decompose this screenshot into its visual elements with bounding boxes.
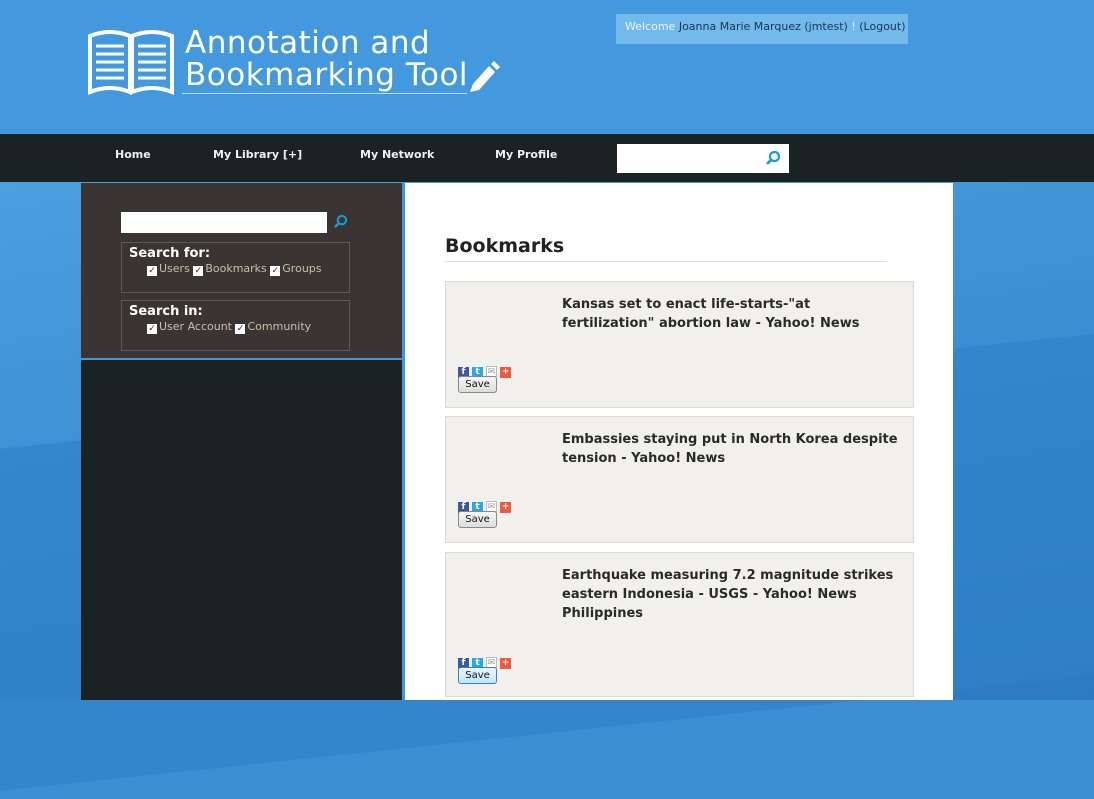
save-button[interactable]: Save xyxy=(458,667,497,684)
welcome-bar: Welcome Joanna Marie Marquez (jmtest) ! … xyxy=(616,14,908,44)
search-for-title: Search for: xyxy=(129,246,211,261)
search-for-box: Search for: ✓ Users ✓ Bookmarks ✓ Groups xyxy=(121,242,350,293)
nav-my-profile[interactable]: My Profile xyxy=(495,148,557,161)
bookmark-card: Earthquake measuring 7.2 magnitude strik… xyxy=(445,552,914,697)
nav-my-network[interactable]: My Network xyxy=(360,148,434,161)
app-title-line2: Bookmarking Tool xyxy=(185,57,469,93)
option-users: Users xyxy=(159,262,190,275)
header-search xyxy=(617,144,789,173)
welcome-separator: ! xyxy=(851,20,856,33)
main-content: Bookmarks Kansas set to enact life-start… xyxy=(405,183,953,700)
header: Annotation and Bookmarking Tool Welcome … xyxy=(0,0,1094,134)
book-logo-icon xyxy=(88,30,174,95)
page-title: Bookmarks xyxy=(445,235,565,257)
bookmark-title[interactable]: Embassies staying put in North Korea des… xyxy=(562,430,902,468)
title-divider xyxy=(445,261,887,262)
search-in-box: Search in: ✓ User Account ✓ Community xyxy=(121,300,350,351)
addthis-plus-icon[interactable]: + xyxy=(500,502,511,513)
option-bookmarks: Bookmarks xyxy=(205,262,267,275)
nav-bar: Home My Library [+] My Network My Profil… xyxy=(0,134,1094,182)
search-icon[interactable] xyxy=(765,150,781,166)
sidebar-empty-panel xyxy=(81,360,405,700)
title-underline xyxy=(182,93,467,94)
app-title-line1: Annotation and xyxy=(185,25,431,61)
option-groups: Groups xyxy=(282,262,322,275)
save-button[interactable]: Save xyxy=(458,511,497,528)
checkbox-checked-icon[interactable]: ✓ xyxy=(193,266,204,276)
header-search-input[interactable] xyxy=(621,146,765,173)
bookmark-title[interactable]: Earthquake measuring 7.2 magnitude strik… xyxy=(562,566,902,623)
checkbox-checked-icon[interactable]: ✓ xyxy=(235,324,246,334)
search-in-title: Search in: xyxy=(129,304,203,319)
checkbox-checked-icon[interactable]: ✓ xyxy=(147,324,157,334)
user-name: Joanna Marie Marquez (jmtest) xyxy=(678,20,848,33)
pencil-icon xyxy=(470,61,500,92)
sidebar-search-input[interactable] xyxy=(121,214,327,233)
addthis-plus-icon[interactable]: + xyxy=(500,367,511,378)
bookmark-card: Embassies staying put in North Korea des… xyxy=(445,416,914,543)
welcome-label: Welcome xyxy=(625,20,676,33)
sidebar-search xyxy=(121,212,327,233)
bookmark-card: Kansas set to enact life-starts-"at fert… xyxy=(445,281,914,408)
checkbox-checked-icon[interactable]: ✓ xyxy=(270,266,281,276)
save-button[interactable]: Save xyxy=(458,376,497,393)
search-icon[interactable] xyxy=(333,214,348,229)
search-for-options: ✓ Users ✓ Bookmarks ✓ Groups xyxy=(129,262,342,276)
nav-my-library[interactable]: My Library [+] xyxy=(213,148,302,161)
bookmark-title[interactable]: Kansas set to enact life-starts-"at fert… xyxy=(562,295,902,333)
sidebar-search-panel: Search for: ✓ Users ✓ Bookmarks ✓ Groups Se… xyxy=(81,183,405,360)
app-title: Annotation and Bookmarking Tool xyxy=(185,27,468,91)
nav-home[interactable]: Home xyxy=(115,148,151,161)
checkbox-checked-icon[interactable]: ✓ xyxy=(147,266,157,276)
logout-link[interactable]: (Logout) xyxy=(859,20,905,33)
addthis-plus-icon[interactable]: + xyxy=(500,658,511,669)
option-community: Community xyxy=(247,320,312,333)
search-in-options: ✓ User Account ✓ Community xyxy=(129,320,342,334)
option-user-account: User Account xyxy=(159,320,232,333)
